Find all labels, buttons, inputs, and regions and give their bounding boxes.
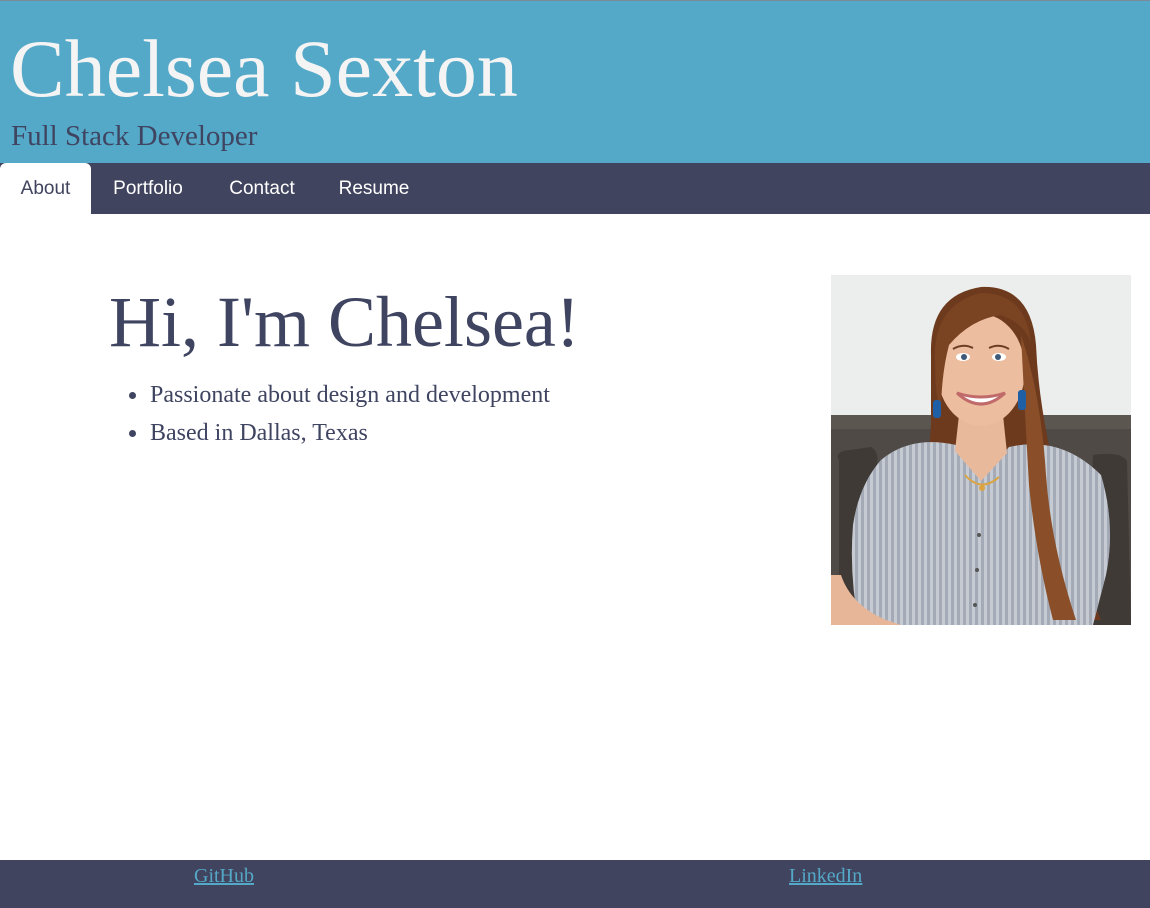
site-footer: GitHub LinkedIn	[0, 860, 1150, 908]
main-nav: About Portfolio Contact Resume	[0, 163, 1150, 214]
site-subtitle: Full Stack Developer	[11, 120, 258, 152]
tab-about[interactable]: About	[0, 163, 91, 214]
about-list: Passionate about design and development …	[129, 376, 550, 452]
site-header: Chelsea Sexton Full Stack Developer	[0, 0, 1150, 163]
tab-portfolio[interactable]: Portfolio	[99, 163, 197, 214]
site-title: Chelsea Sexton	[10, 23, 518, 114]
tab-resume[interactable]: Resume	[326, 163, 422, 214]
about-heading: Hi, I'm Chelsea!	[109, 282, 580, 362]
github-link[interactable]: GitHub	[194, 862, 254, 890]
list-item: Passionate about design and development	[129, 376, 550, 414]
linkedin-link[interactable]: LinkedIn	[789, 862, 862, 890]
list-item: Based in Dallas, Texas	[129, 414, 550, 452]
tab-contact[interactable]: Contact	[214, 163, 310, 214]
profile-photo	[831, 275, 1131, 625]
